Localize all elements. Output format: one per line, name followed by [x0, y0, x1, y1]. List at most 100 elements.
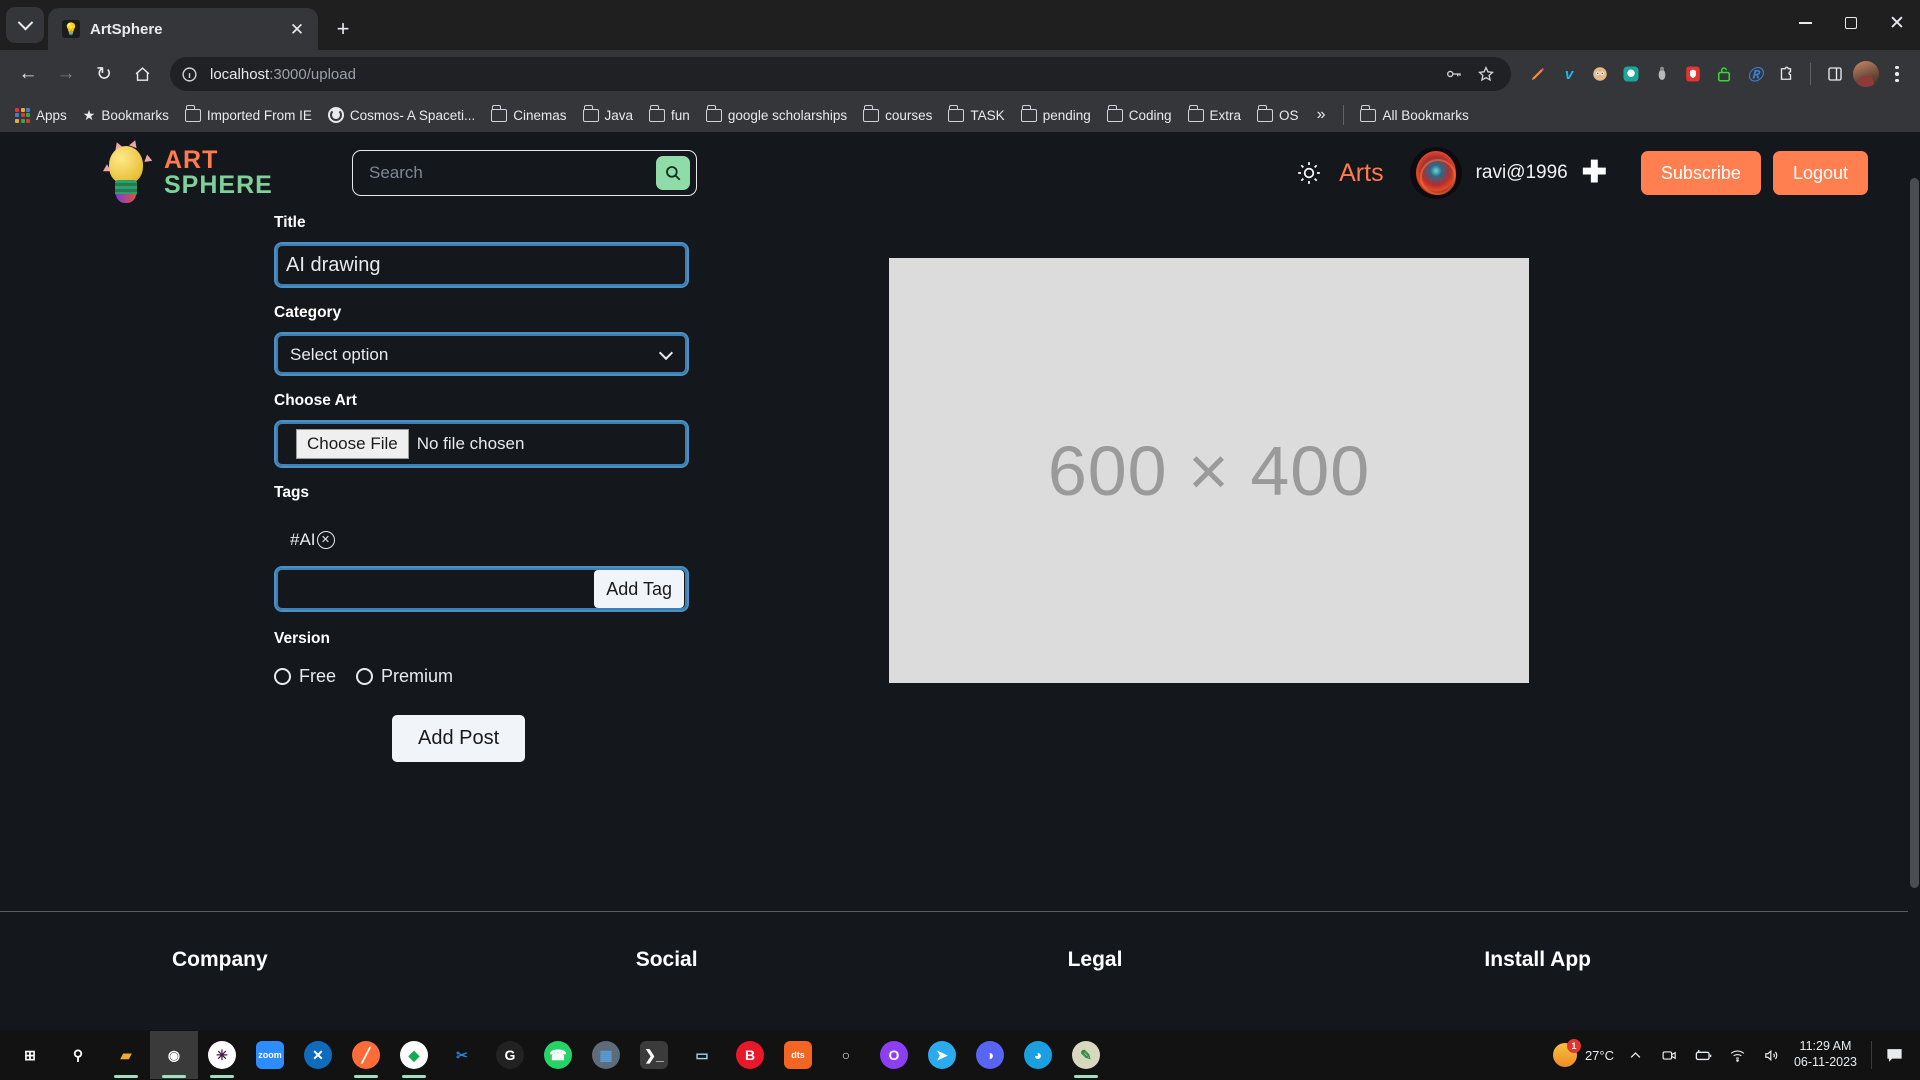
bookmark-task[interactable]: TASK	[941, 104, 1011, 127]
taskbar-vscode-icon[interactable]: ✕	[294, 1031, 342, 1079]
site-logo[interactable]: ART SPHERE	[100, 138, 290, 204]
taskbar-search-icon[interactable]: ⚲	[54, 1031, 102, 1079]
taskbar-notepad-icon[interactable]: ▭	[678, 1031, 726, 1079]
star-icon: ★	[82, 106, 96, 123]
pen-icon[interactable]	[1525, 61, 1551, 87]
bookmark-pending[interactable]: pending	[1014, 104, 1098, 127]
tab-search-button[interactable]	[6, 7, 44, 43]
site-search[interactable]	[352, 150, 697, 196]
taskbar-chrome-icon[interactable]: ◉	[150, 1031, 198, 1079]
browser-tab[interactable]: 💡 ArtSphere ✕	[48, 8, 318, 50]
search-input[interactable]	[353, 163, 656, 183]
windows-taskbar: ⊞ ⚲ ▰ ◉ ✳ zoom ✕ ╱ ◆ ✂ G ☎ ▦ ❯_ ▭ Bdts ○ O ➤ ◑ ◕ ✎ 1 27°C 11:…	[0, 1030, 1920, 1080]
taskbar-terminal-icon[interactable]: ❯_	[630, 1031, 678, 1079]
logout-button[interactable]: Logout	[1772, 151, 1868, 195]
window-minimize-button[interactable]	[1782, 0, 1828, 46]
tab-close-icon[interactable]: ✕	[286, 18, 308, 40]
site-info-icon[interactable]	[176, 61, 202, 87]
close-circle-icon[interactable]: ✕	[316, 531, 335, 549]
search-button[interactable]	[656, 156, 690, 190]
omnibox-actions	[1441, 61, 1505, 87]
adblock-shield-icon[interactable]	[1680, 61, 1706, 87]
reload-button[interactable]: ↻	[86, 56, 122, 92]
all-bookmarks-button[interactable]: All Bookmarks	[1353, 104, 1475, 127]
taskbar-paint-icon[interactable]: ✎	[1062, 1031, 1110, 1079]
chevron-up-icon[interactable]	[1624, 1043, 1648, 1067]
bookmark-os[interactable]: OS	[1250, 104, 1306, 127]
browser-menu-icon[interactable]	[1884, 61, 1910, 87]
taskbar-postman-icon[interactable]: ╱	[342, 1031, 390, 1079]
wifi-icon[interactable]	[1726, 1043, 1750, 1067]
vimeo-icon[interactable]: v	[1556, 61, 1582, 87]
taskbar-file-explorer-icon[interactable]: ▰	[102, 1031, 150, 1079]
bug-icon[interactable]	[1649, 61, 1675, 87]
tag-input[interactable]	[276, 568, 595, 610]
radio-premium[interactable]	[356, 668, 374, 685]
plus-icon[interactable]: ✚	[1582, 158, 1607, 188]
taskbar-firefox-icon[interactable]: ◕	[1014, 1031, 1062, 1079]
tag-input-group[interactable]: Add Tag	[274, 566, 689, 612]
taskbar-discord-icon[interactable]: ◑	[966, 1031, 1014, 1079]
window-maximize-button[interactable]	[1828, 0, 1874, 46]
sidebar-icon[interactable]	[1822, 61, 1848, 87]
taskbar-snipping-tool-icon[interactable]: ✂	[438, 1031, 486, 1079]
new-tab-button[interactable]: +	[326, 12, 360, 46]
back-button[interactable]: ←	[10, 56, 46, 92]
face-icon[interactable]	[1587, 61, 1613, 87]
taskbar-slack-icon[interactable]: ✳	[198, 1031, 246, 1079]
address-bar[interactable]: localhost:3000/upload	[170, 57, 1511, 91]
weather-widget[interactable]: 1 27°C	[1552, 1039, 1614, 1067]
taskbar-whatsapp-icon[interactable]: ☎	[534, 1031, 582, 1079]
subscribe-button[interactable]: Subscribe	[1640, 151, 1761, 195]
bookmark-google-scholarships[interactable]: google scholarships	[699, 104, 854, 127]
user-avatar[interactable]	[1409, 147, 1462, 199]
taskbar-dts-icon[interactable]: dts	[774, 1031, 822, 1079]
bookmarks-overflow-button[interactable]: »	[1308, 102, 1335, 128]
file-input[interactable]: Choose File No file chosen	[274, 420, 689, 468]
key-icon[interactable]	[1441, 61, 1467, 87]
volume-icon[interactable]	[1760, 1043, 1784, 1067]
choose-file-button[interactable]: Choose File	[296, 429, 409, 459]
bookmark-courses[interactable]: courses	[856, 104, 939, 127]
taskbar-clock[interactable]: 11:29 AM 06-11-2023	[1794, 1039, 1857, 1070]
theme-toggle-button[interactable]	[1289, 153, 1329, 193]
home-button[interactable]	[124, 56, 160, 92]
taskbar-zoom-icon[interactable]: zoom	[246, 1031, 294, 1079]
taskbar-mongodb-icon[interactable]: ◆	[390, 1031, 438, 1079]
window-close-button[interactable]: ✕	[1874, 0, 1920, 46]
readwise-icon[interactable]: Ⓡ	[1742, 61, 1768, 87]
scrollbar-thumb[interactable]	[1910, 178, 1919, 888]
bookmark-fun[interactable]: fun	[642, 104, 697, 127]
notification-icon[interactable]	[1882, 1043, 1906, 1067]
taskbar-telegram-icon[interactable]: ➤	[918, 1031, 966, 1079]
bookmark-java[interactable]: Java	[576, 104, 641, 127]
profile-avatar[interactable]	[1853, 61, 1879, 87]
forward-button[interactable]: →	[48, 56, 84, 92]
taskbar-logitech-icon[interactable]: G	[486, 1031, 534, 1079]
taskbar-obs-icon[interactable]: ○	[822, 1031, 870, 1079]
chat-bubble-icon[interactable]	[1618, 61, 1644, 87]
arts-nav-link[interactable]: Arts	[1339, 159, 1383, 188]
bookmark-apps[interactable]: Apps	[8, 104, 74, 127]
bookmark-cosmos[interactable]: Cosmos- A Spaceti...	[321, 103, 482, 127]
add-tag-button[interactable]: Add Tag	[594, 570, 684, 608]
taskbar-windows-start-icon[interactable]: ⊞	[6, 1031, 54, 1079]
bookmark-coding[interactable]: Coding	[1100, 104, 1179, 127]
camera-icon[interactable]	[1658, 1043, 1682, 1067]
bookmark-extra[interactable]: Extra	[1181, 104, 1249, 127]
bookmark-imported-from-ie[interactable]: Imported From IE	[178, 104, 319, 127]
title-input[interactable]	[274, 242, 689, 288]
unlock-icon[interactable]	[1711, 61, 1737, 87]
taskbar-brave-icon[interactable]: B	[726, 1031, 774, 1079]
bookmark-star-icon[interactable]	[1473, 61, 1499, 87]
add-post-button[interactable]: Add Post	[392, 715, 526, 762]
puzzle-icon[interactable]	[1773, 61, 1799, 87]
category-select[interactable]: Select option	[274, 332, 689, 376]
bookmark-cinemas[interactable]: Cinemas	[484, 104, 573, 127]
battery-icon[interactable]	[1692, 1043, 1716, 1067]
page-scrollbar[interactable]	[1908, 132, 1920, 1030]
taskbar-opera-gx-icon[interactable]: O	[870, 1031, 918, 1079]
radio-free[interactable]	[274, 668, 291, 685]
taskbar-calculator-icon[interactable]: ▦	[582, 1031, 630, 1079]
bookmark-bookmarks[interactable]: ★ Bookmarks	[76, 103, 176, 128]
